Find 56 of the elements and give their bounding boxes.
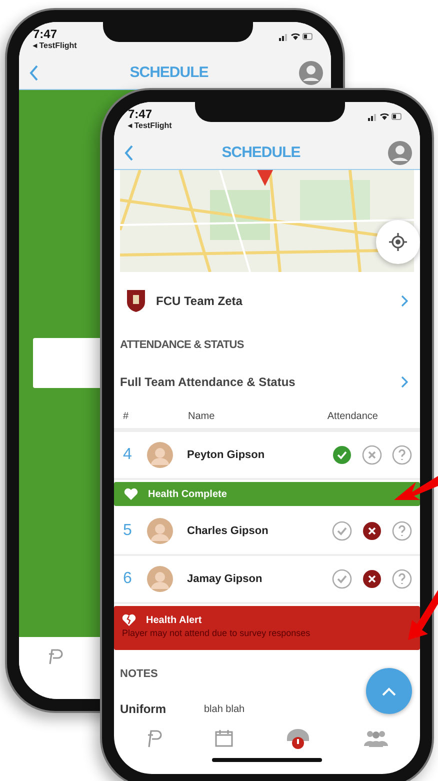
back-icon[interactable] (29, 64, 39, 80)
heart-icon (122, 614, 136, 626)
helmet-icon[interactable] (285, 726, 312, 750)
locate-icon[interactable] (389, 233, 407, 251)
team-icon[interactable] (364, 729, 388, 747)
status-time: 7:47 (128, 107, 154, 121)
player-name: Charles Gipson (187, 525, 270, 537)
status-time: 7:47 (33, 27, 58, 41)
profile-icon[interactable] (298, 60, 323, 84)
chevron-right-icon[interactable] (401, 295, 408, 307)
close-icon[interactable] (362, 569, 382, 589)
chevron-right-icon[interactable] (401, 376, 408, 388)
crest-icon (126, 289, 146, 313)
check-icon[interactable] (332, 521, 352, 541)
close-icon[interactable] (362, 521, 382, 541)
heart-icon (124, 488, 138, 500)
avatar-icon (147, 442, 173, 468)
section-heading: NOTES (120, 667, 158, 682)
logo-icon[interactable] (47, 647, 63, 665)
column-header: Name (188, 410, 216, 422)
chevron-up-icon[interactable] (382, 686, 396, 696)
banner-title: Health Alert (146, 614, 202, 626)
status-icons (368, 112, 402, 121)
player-number: 5 (123, 522, 133, 540)
full-team-link[interactable]: Full Team Attendance & Status (120, 375, 296, 389)
avatar-icon (147, 566, 173, 592)
check-icon[interactable] (332, 445, 352, 465)
team-name[interactable]: FCU Team Zeta (156, 294, 391, 308)
banner-title: Health Complete (148, 488, 227, 500)
note-label: Uniform (120, 702, 166, 716)
logo-icon[interactable] (146, 728, 162, 748)
question-icon[interactable] (392, 521, 412, 541)
player-number: 4 (123, 446, 133, 464)
question-icon[interactable] (392, 569, 412, 589)
health-alert-banner[interactable]: Health Alert Player may not attend due to survey responses (114, 606, 420, 650)
check-icon[interactable] (332, 569, 352, 589)
annotation-arrow (408, 590, 438, 640)
player-name: Jamay Gipson (187, 573, 264, 585)
player-number: 6 (123, 570, 133, 588)
back-to-app-link[interactable]: ◂ TestFlight (128, 121, 172, 130)
question-icon[interactable] (392, 445, 412, 465)
calendar-icon[interactable] (214, 729, 233, 747)
back-to-app-link[interactable]: ◂ TestFlight (33, 41, 77, 50)
note-value: blah blah (204, 704, 245, 714)
screen-title: SCHEDULE (222, 144, 300, 161)
column-header: # (122, 410, 130, 422)
screen-title: SCHEDULE (130, 64, 208, 81)
column-header: Attendance (327, 410, 379, 422)
banner-message: Player may not attend due to survey responses (122, 628, 312, 638)
status-icons (278, 32, 313, 41)
back-icon[interactable] (124, 144, 134, 160)
player-name: Peyton Gipson (187, 449, 266, 461)
profile-icon[interactable] (388, 140, 412, 164)
avatar-icon (147, 518, 173, 544)
section-heading: ATTENDANCE & STATUS (119, 338, 245, 353)
scroll-up-button[interactable] (366, 668, 412, 714)
